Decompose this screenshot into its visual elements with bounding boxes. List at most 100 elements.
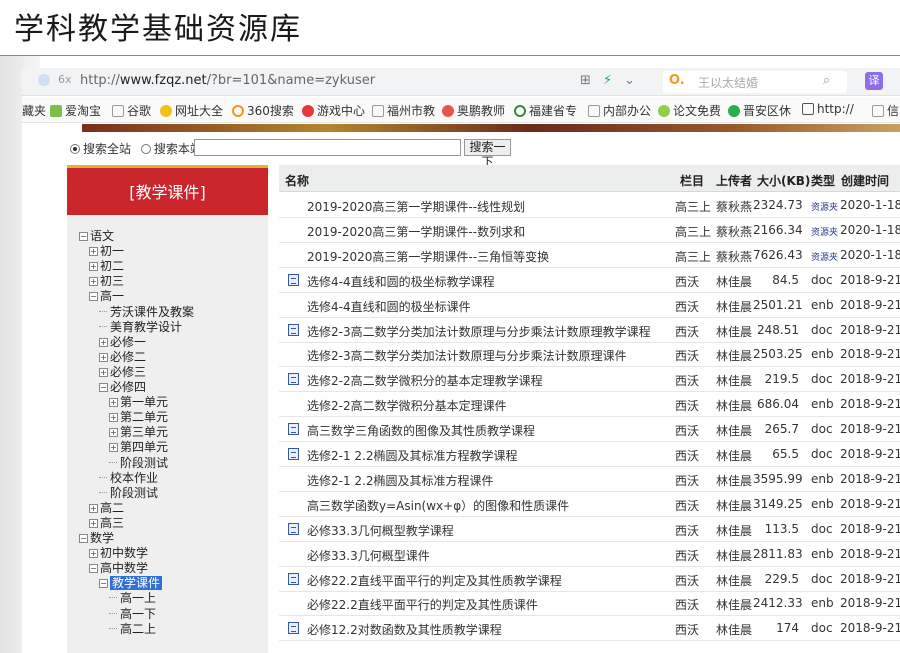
bookmark-item[interactable]: 网址大全: [160, 102, 223, 119]
cell-name[interactable]: 2019-2020高三第一学期课件--数列求和: [307, 223, 525, 240]
cell-name[interactable]: 选修2-3高二数学分类加法计数原理与分步乘法计数原理课件: [307, 347, 627, 364]
table-row[interactable]: 选修4-4直线和圆的极坐标课件 西沃 林佳晨 2501.21 enb 2018-9-21: [279, 293, 900, 318]
collapse-icon[interactable]: −: [79, 534, 88, 543]
tree-node[interactable]: + 第三单元: [109, 425, 168, 440]
bookmark-item[interactable]: 藏夹: [22, 102, 46, 119]
cell-name[interactable]: 高三数学三角函数的图像及其性质教学课程: [307, 422, 535, 439]
tree-node[interactable]: + 初三: [89, 274, 124, 289]
table-row[interactable]: 2019-2020高三第一学期课件--三角恒等变换 高三上 蔡秋燕 7626.43 资源…: [279, 243, 900, 268]
table-row[interactable]: 选修2-3高二数学分类加法计数原理与分步乘法计数原理教学课程 西沃 林佳晨 248.5…: [279, 318, 900, 343]
expand-icon[interactable]: +: [89, 518, 98, 528]
site-search-button[interactable]: 搜索一下: [464, 139, 511, 169]
url-text[interactable]: http://www.fzqz.net/?br=101&name=zykuser: [80, 73, 375, 88]
tree-node[interactable]: + 必修三: [99, 365, 146, 380]
expand-icon[interactable]: +: [89, 262, 98, 272]
cell-name[interactable]: 选修2-2高二数学微积分的基本定理教学课程: [307, 372, 543, 389]
tree-node[interactable]: − 高一: [89, 289, 124, 304]
expand-icon[interactable]: +: [99, 352, 108, 362]
tree-node[interactable]: + 高二: [89, 501, 124, 516]
expand-icon[interactable]: +: [109, 413, 118, 423]
table-row[interactable]: 高三数学三角函数的图像及其性质教学课程 西沃 林佳晨 265.7 doc 2018-9-2…: [279, 417, 900, 443]
bookmark-item[interactable]: 奥鹏教师: [442, 102, 505, 119]
cell-name[interactable]: 高三数学函数y=Asin(wx+φ）的图像和性质课件: [307, 497, 569, 514]
table-row[interactable]: 必修33.3几何概型课件 西沃 林佳晨 2811.83 enb 2018-9-21: [279, 542, 900, 567]
tree-node[interactable]: − 高中数学: [89, 561, 148, 576]
table-row[interactable]: 2019-2020高三第一学期课件--线性规划 高三上 蔡秋燕 2324.73 资源夹 2…: [279, 193, 900, 218]
tree-node[interactable]: + 初二: [89, 259, 124, 274]
chevron-down-icon[interactable]: ⌄: [624, 73, 635, 88]
collapse-icon[interactable]: −: [99, 579, 108, 589]
expand-icon[interactable]: +: [89, 503, 98, 513]
collapse-icon[interactable]: −: [89, 292, 98, 302]
table-row[interactable]: 高三数学函数y=Asin(wx+φ）的图像和性质课件 西沃 林佳晨 3149.25 en…: [279, 492, 900, 517]
bookmark-item[interactable]: 谷歌: [112, 102, 151, 119]
table-row[interactable]: 选修2-2高二数学微积分的基本定理教学课程 西沃 林佳晨 219.5 doc 2018-9…: [279, 367, 900, 393]
table-row[interactable]: 2019-2020高三第一学期课件--数列求和 高三上 蔡秋燕 2166.34 资源夹 2…: [279, 218, 900, 243]
tree-node[interactable]: + 初一: [89, 244, 124, 259]
collapse-icon[interactable]: −: [99, 383, 108, 392]
tree-node[interactable]: + 高三: [89, 516, 124, 531]
tree-node[interactable]: + 第二单元: [109, 410, 168, 425]
expand-icon[interactable]: +: [99, 337, 108, 347]
cell-name[interactable]: 选修4-4直线和圆的极坐标课件: [307, 298, 471, 315]
cell-name[interactable]: 选修4-4直线和圆的极坐标教学课程: [307, 273, 495, 290]
tree-node[interactable]: + 第四单元: [109, 440, 168, 455]
address-bar[interactable]: 6x http://www.fzqz.net/?br=101&name=zyku…: [22, 68, 900, 96]
tree-node[interactable]: 芳沃课件及教案: [99, 305, 194, 320]
header-uploader[interactable]: 上传者: [716, 172, 752, 189]
tree-node[interactable]: 阶段测试: [99, 486, 158, 501]
bookmark-item[interactable]: 内部办公: [588, 102, 651, 119]
header-column[interactable]: 栏目: [680, 172, 704, 189]
tree-node[interactable]: 校本作业: [99, 471, 158, 486]
cell-name[interactable]: 必修22.2直线平面平行的判定及其性质教学课程: [307, 572, 562, 589]
cell-name[interactable]: 必修22.2直线平面平行的判定及其性质课件: [307, 596, 538, 613]
cell-name[interactable]: 2019-2020高三第一学期课件--线性规划: [307, 198, 525, 215]
expand-icon[interactable]: +: [109, 443, 118, 453]
collapse-icon[interactable]: −: [79, 232, 88, 241]
cell-name[interactable]: 必修12.2对数函数及其性质教学课程: [307, 621, 502, 638]
browser-search-box[interactable]: O. 王以太结婚 ⌕: [663, 71, 847, 93]
bookmark-item[interactable]: http://: [802, 102, 854, 116]
lightning-icon[interactable]: ⚡: [603, 73, 612, 88]
expand-icon[interactable]: +: [109, 398, 118, 408]
tree-node[interactable]: 高一下: [109, 607, 156, 622]
search-icon[interactable]: ⌕: [823, 73, 830, 88]
header-created[interactable]: 创建时间: [841, 172, 889, 189]
bookmark-item[interactable]: 360搜索: [232, 102, 294, 119]
bookmark-item[interactable]: 信: [872, 102, 899, 119]
bookmark-item[interactable]: 晋安区休: [728, 102, 791, 119]
tree-node[interactable]: 阶段测试: [109, 456, 168, 471]
cell-name[interactable]: 选修2-1 2.2椭圆及其标准方程课件: [307, 472, 494, 489]
tree-node[interactable]: − 必修四: [99, 380, 146, 395]
header-size[interactable]: 大小(KB): [757, 172, 810, 189]
expand-icon[interactable]: +: [89, 277, 98, 287]
table-row[interactable]: 选修2-1 2.2椭圆及其标准方程教学课程 西沃 林佳晨 65.5 doc 2018-9-…: [279, 442, 900, 467]
bookmark-item[interactable]: 游戏中心: [302, 102, 365, 119]
bookmark-item[interactable]: 福建省专: [514, 102, 577, 119]
header-type[interactable]: 类型: [811, 172, 835, 189]
cell-name[interactable]: 选修2-1 2.2椭圆及其标准方程教学课程: [307, 447, 518, 464]
radio-search-all[interactable]: 搜索全站: [70, 142, 131, 156]
bookmark-item[interactable]: 福州市教: [372, 102, 435, 119]
table-row[interactable]: 选修2-2高二数学微积分基本定理课件 西沃 林佳晨 686.04 enb 2018-9-2…: [279, 392, 900, 418]
table-row[interactable]: 选修2-3高二数学分类加法计数原理与分步乘法计数原理课件 西沃 林佳晨 2503.25…: [279, 342, 900, 368]
tree-node[interactable]: 高一上: [109, 591, 156, 606]
translate-button[interactable]: 译: [865, 72, 883, 90]
bookmark-item[interactable]: 论文免费: [658, 102, 721, 119]
cell-name[interactable]: 必修33.3几何概型教学课程: [307, 522, 454, 539]
qr-code-icon[interactable]: ⊞: [580, 73, 591, 88]
expand-icon[interactable]: +: [89, 549, 98, 559]
cell-name[interactable]: 选修2-3高二数学分类加法计数原理与分步乘法计数原理教学课程: [307, 323, 651, 340]
table-row[interactable]: 必修22.2直线平面平行的判定及其性质课件 西沃 林佳晨 2412.33 enb 2018…: [279, 591, 900, 617]
table-row[interactable]: 必修22.2直线平面平行的判定及其性质教学课程 西沃 林佳晨 229.5 doc 2018…: [279, 567, 900, 592]
cell-name[interactable]: 2019-2020高三第一学期课件--三角恒等变换: [307, 248, 549, 265]
expand-icon[interactable]: +: [99, 367, 108, 377]
expand-icon[interactable]: +: [89, 247, 98, 257]
table-row[interactable]: 必修12.2对数函数及其性质教学课程 西沃 林佳晨 174 doc 2018-9-21: [279, 616, 900, 642]
site-search-input[interactable]: [194, 139, 461, 156]
collapse-icon[interactable]: −: [89, 564, 98, 574]
table-row[interactable]: 选修2-1 2.2椭圆及其标准方程课件 西沃 林佳晨 3595.99 enb 2018-9…: [279, 467, 900, 492]
tree-node[interactable]: + 必修一: [99, 335, 146, 350]
table-row[interactable]: 必修33.3几何概型教学课程 西沃 林佳晨 113.5 doc 2018-9-21: [279, 517, 900, 542]
tree-node[interactable]: + 第一单元: [109, 395, 168, 410]
